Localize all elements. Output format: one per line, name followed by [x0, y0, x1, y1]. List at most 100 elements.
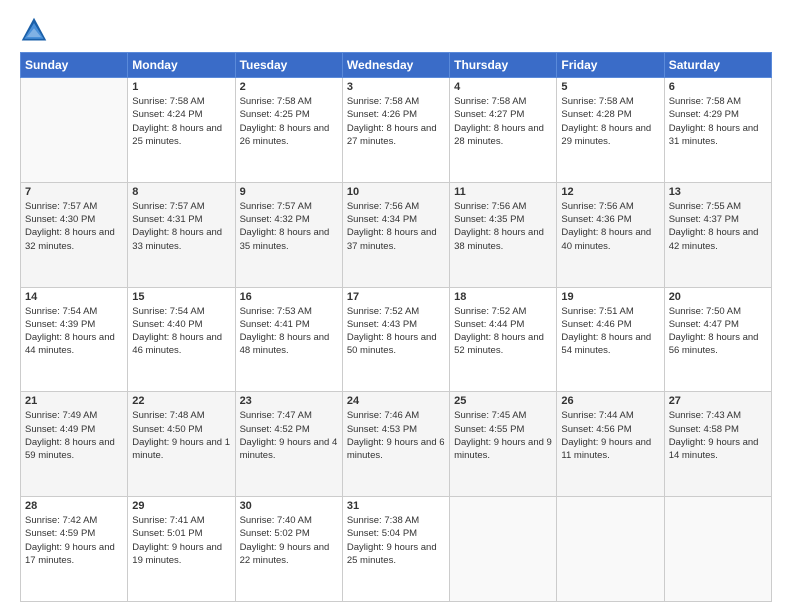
day-number: 6 — [669, 81, 767, 93]
col-header-wednesday: Wednesday — [342, 53, 449, 78]
col-header-tuesday: Tuesday — [235, 53, 342, 78]
day-cell: 16 Sunrise: 7:53 AMSunset: 4:41 PMDayligh… — [235, 287, 342, 392]
week-row-0: 1 Sunrise: 7:58 AMSunset: 4:24 PMDaylight… — [21, 78, 772, 183]
day-number: 12 — [561, 186, 659, 198]
day-info: Sunrise: 7:44 AMSunset: 4:56 PMDaylight:… — [561, 409, 659, 462]
day-cell: 3Sunrise: 7:58 AMSunset: 4:26 PMDaylight… — [342, 78, 449, 183]
day-info: Sunrise: 7:43 AMSunset: 4:58 PMDaylight:… — [669, 409, 767, 462]
day-cell: 5Sunrise: 7:58 AMSunset: 4:28 PMDaylight… — [557, 78, 664, 183]
day-info: Sunrise: 7:52 AMSunset: 4:43 PMDaylight:… — [347, 305, 445, 358]
logo — [20, 16, 52, 44]
day-cell — [21, 78, 128, 183]
day-cell: 19 Sunrise: 7:51 AMSunset: 4:46 PMDayligh… — [557, 287, 664, 392]
day-number: 31 — [347, 500, 445, 512]
day-number: 19 — [561, 291, 659, 303]
day-info: Sunrise: 7:58 AMSunset: 4:25 PMDaylight:… — [240, 95, 338, 148]
week-row-3: 21 Sunrise: 7:49 AMSunset: 4:49 PMDayligh… — [21, 392, 772, 497]
header — [20, 16, 772, 44]
day-cell: 11 Sunrise: 7:56 AMSunset: 4:35 PMDayligh… — [450, 182, 557, 287]
day-cell: 25 Sunrise: 7:45 AMSunset: 4:55 PMDayligh… — [450, 392, 557, 497]
day-number: 25 — [454, 395, 552, 407]
day-cell — [557, 497, 664, 602]
day-info: Sunrise: 7:56 AMSunset: 4:36 PMDaylight:… — [561, 200, 659, 253]
day-number: 2 — [240, 81, 338, 93]
day-info: Sunrise: 7:57 AMSunset: 4:30 PMDaylight:… — [25, 200, 123, 253]
day-info: Sunrise: 7:57 AMSunset: 4:31 PMDaylight:… — [132, 200, 230, 253]
day-number: 3 — [347, 81, 445, 93]
col-header-thursday: Thursday — [450, 53, 557, 78]
day-number: 13 — [669, 186, 767, 198]
calendar-table: SundayMondayTuesdayWednesdayThursdayFrid… — [20, 52, 772, 602]
day-cell: 6 Sunrise: 7:58 AMSunset: 4:29 PMDaylight… — [664, 78, 771, 183]
day-info: Sunrise: 7:58 AMSunset: 4:27 PMDaylight:… — [454, 95, 552, 148]
day-number: 17 — [347, 291, 445, 303]
day-info: Sunrise: 7:42 AMSunset: 4:59 PMDaylight:… — [25, 514, 123, 567]
day-number: 7 — [25, 186, 123, 198]
header-row: SundayMondayTuesdayWednesdayThursdayFrid… — [21, 53, 772, 78]
day-info: Sunrise: 7:57 AMSunset: 4:32 PMDaylight:… — [240, 200, 338, 253]
day-number: 8 — [132, 186, 230, 198]
day-number: 22 — [132, 395, 230, 407]
day-info: Sunrise: 7:49 AMSunset: 4:49 PMDaylight:… — [25, 409, 123, 462]
col-header-sunday: Sunday — [21, 53, 128, 78]
day-info: Sunrise: 7:50 AMSunset: 4:47 PMDaylight:… — [669, 305, 767, 358]
day-cell: 12 Sunrise: 7:56 AMSunset: 4:36 PMDayligh… — [557, 182, 664, 287]
day-number: 30 — [240, 500, 338, 512]
day-cell: 13Sunrise: 7:55 AMSunset: 4:37 PMDayligh… — [664, 182, 771, 287]
logo-icon — [20, 16, 48, 44]
day-cell: 28Sunrise: 7:42 AMSunset: 4:59 PMDayligh… — [21, 497, 128, 602]
day-cell: 22 Sunrise: 7:48 AMSunset: 4:50 PMDayligh… — [128, 392, 235, 497]
day-cell: 15 Sunrise: 7:54 AMSunset: 4:40 PMDayligh… — [128, 287, 235, 392]
day-cell: 17 Sunrise: 7:52 AMSunset: 4:43 PMDayligh… — [342, 287, 449, 392]
day-info: Sunrise: 7:53 AMSunset: 4:41 PMDaylight:… — [240, 305, 338, 358]
day-cell: 21 Sunrise: 7:49 AMSunset: 4:49 PMDayligh… — [21, 392, 128, 497]
week-row-2: 14Sunrise: 7:54 AMSunset: 4:39 PMDayligh… — [21, 287, 772, 392]
week-row-1: 7 Sunrise: 7:57 AMSunset: 4:30 PMDaylight… — [21, 182, 772, 287]
day-info: Sunrise: 7:47 AMSunset: 4:52 PMDaylight:… — [240, 409, 338, 462]
day-number: 21 — [25, 395, 123, 407]
day-info: Sunrise: 7:56 AMSunset: 4:34 PMDaylight:… — [347, 200, 445, 253]
day-number: 29 — [132, 500, 230, 512]
day-cell: 31 Sunrise: 7:38 AMSunset: 5:04 PMDayligh… — [342, 497, 449, 602]
day-number: 27 — [669, 395, 767, 407]
day-cell: 7 Sunrise: 7:57 AMSunset: 4:30 PMDaylight… — [21, 182, 128, 287]
day-number: 15 — [132, 291, 230, 303]
calendar-page: SundayMondayTuesdayWednesdayThursdayFrid… — [0, 0, 792, 612]
day-info: Sunrise: 7:46 AMSunset: 4:53 PMDaylight:… — [347, 409, 445, 462]
day-number: 20 — [669, 291, 767, 303]
day-info: Sunrise: 7:58 AMSunset: 4:24 PMDaylight:… — [132, 95, 230, 148]
day-info: Sunrise: 7:58 AMSunset: 4:28 PMDaylight:… — [561, 95, 659, 148]
day-cell: 30Sunrise: 7:40 AMSunset: 5:02 PMDayligh… — [235, 497, 342, 602]
day-number: 16 — [240, 291, 338, 303]
day-cell: 10 Sunrise: 7:56 AMSunset: 4:34 PMDayligh… — [342, 182, 449, 287]
day-cell: 4Sunrise: 7:58 AMSunset: 4:27 PMDaylight… — [450, 78, 557, 183]
day-cell: 8 Sunrise: 7:57 AMSunset: 4:31 PMDaylight… — [128, 182, 235, 287]
day-info: Sunrise: 7:58 AMSunset: 4:29 PMDaylight:… — [669, 95, 767, 148]
day-cell: 1 Sunrise: 7:58 AMSunset: 4:24 PMDaylight… — [128, 78, 235, 183]
day-cell: 20 Sunrise: 7:50 AMSunset: 4:47 PMDayligh… — [664, 287, 771, 392]
day-info: Sunrise: 7:51 AMSunset: 4:46 PMDaylight:… — [561, 305, 659, 358]
day-info: Sunrise: 7:54 AMSunset: 4:40 PMDaylight:… — [132, 305, 230, 358]
day-number: 9 — [240, 186, 338, 198]
day-number: 10 — [347, 186, 445, 198]
day-cell — [450, 497, 557, 602]
day-info: Sunrise: 7:45 AMSunset: 4:55 PMDaylight:… — [454, 409, 552, 462]
day-cell: 14Sunrise: 7:54 AMSunset: 4:39 PMDayligh… — [21, 287, 128, 392]
day-info: Sunrise: 7:52 AMSunset: 4:44 PMDaylight:… — [454, 305, 552, 358]
day-number: 26 — [561, 395, 659, 407]
day-number: 1 — [132, 81, 230, 93]
day-cell: 29 Sunrise: 7:41 AMSunset: 5:01 PMDayligh… — [128, 497, 235, 602]
day-number: 18 — [454, 291, 552, 303]
day-info: Sunrise: 7:56 AMSunset: 4:35 PMDaylight:… — [454, 200, 552, 253]
day-cell: 2 Sunrise: 7:58 AMSunset: 4:25 PMDaylight… — [235, 78, 342, 183]
day-cell: 27 Sunrise: 7:43 AMSunset: 4:58 PMDayligh… — [664, 392, 771, 497]
day-number: 24 — [347, 395, 445, 407]
day-info: Sunrise: 7:38 AMSunset: 5:04 PMDaylight:… — [347, 514, 445, 567]
week-row-4: 28Sunrise: 7:42 AMSunset: 4:59 PMDayligh… — [21, 497, 772, 602]
day-number: 23 — [240, 395, 338, 407]
day-info: Sunrise: 7:48 AMSunset: 4:50 PMDaylight:… — [132, 409, 230, 462]
day-info: Sunrise: 7:54 AMSunset: 4:39 PMDaylight:… — [25, 305, 123, 358]
day-cell: 9 Sunrise: 7:57 AMSunset: 4:32 PMDaylight… — [235, 182, 342, 287]
day-info: Sunrise: 7:41 AMSunset: 5:01 PMDaylight:… — [132, 514, 230, 567]
day-number: 11 — [454, 186, 552, 198]
